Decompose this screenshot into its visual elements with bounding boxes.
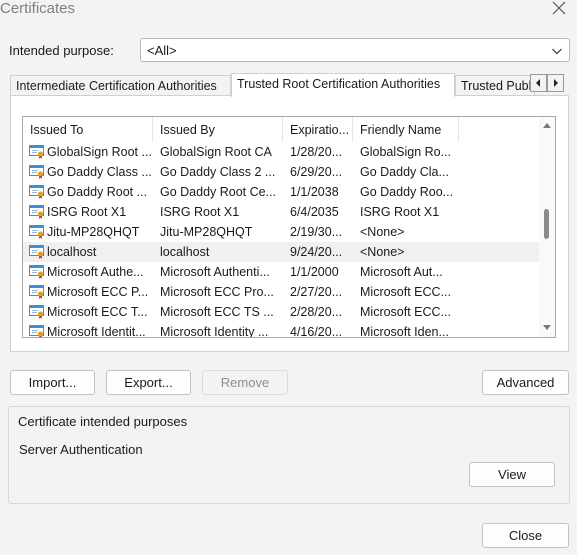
- cell-expiration: 6/4/2035: [290, 205, 339, 219]
- cell-expiration: 2/19/30...: [290, 225, 343, 239]
- cell-issued-to: Microsoft Authe...: [47, 265, 144, 279]
- certificate-list[interactable]: Issued To Issued By Expiratio... Friendl…: [22, 116, 556, 338]
- cell-issued-to: Microsoft ECC T...: [47, 305, 148, 319]
- cell-issued-to: ISRG Root X1: [47, 205, 127, 219]
- cell-issued-to: Go Daddy Class ...: [47, 165, 152, 179]
- tab-scroll-arrows: [530, 74, 566, 92]
- remove-button[interactable]: Remove: [202, 370, 288, 395]
- certificate-icon: [29, 205, 44, 219]
- certificate-icon: [29, 185, 44, 199]
- vertical-scrollbar[interactable]: [539, 117, 555, 337]
- tab-scroll-left-button[interactable]: [530, 74, 547, 92]
- certificate-icon: [29, 245, 44, 259]
- cell-expiration: 1/28/20...: [290, 145, 343, 159]
- scroll-down-icon[interactable]: [543, 325, 551, 331]
- cell-expiration: 6/29/20...: [290, 165, 343, 179]
- intended-purpose-label: Intended purpose:: [9, 43, 114, 58]
- column-issued-by[interactable]: Issued By: [153, 117, 283, 142]
- view-button[interactable]: View: [469, 462, 555, 487]
- certificate-icon: [29, 165, 44, 179]
- cell-issued-by: Jitu-MP28QHQT: [160, 225, 253, 239]
- import-button[interactable]: Import...: [10, 370, 95, 395]
- intended-purposes-text: Server Authentication: [19, 442, 143, 457]
- cell-issued-to: Jitu-MP28QHQT: [47, 225, 140, 239]
- column-expiration[interactable]: Expiratio...: [283, 117, 353, 142]
- certificate-icon: [29, 145, 44, 159]
- cell-friendly-name: ISRG Root X1: [360, 205, 440, 219]
- intended-purpose-value: <All>: [147, 43, 177, 58]
- cell-expiration: 2/27/20...: [290, 285, 343, 299]
- table-row[interactable]: Microsoft Identit... Microsoft Identity .…: [23, 322, 539, 338]
- title-bar: Certificates: [0, 0, 577, 22]
- certificate-icon: [29, 285, 44, 299]
- cell-issued-to: localhost: [47, 245, 97, 259]
- cell-issued-by: Go Daddy Class 2 ...: [160, 165, 276, 179]
- triangle-right-icon: [554, 79, 558, 87]
- chevron-down-icon: [552, 48, 562, 55]
- table-row[interactable]: Go Daddy Root ... Go Daddy Root Ce... 1/1/…: [23, 182, 539, 202]
- column-issued-to[interactable]: Issued To: [23, 117, 153, 142]
- cell-issued-by: GlobalSign Root CA: [160, 145, 272, 159]
- table-row[interactable]: ISRG Root X1 ISRG Root X1 6/4/2035 ISRG Roo…: [23, 202, 539, 222]
- table-row[interactable]: Jitu-MP28QHQT Jitu-MP28QHQT 2/19/30... <Non…: [23, 222, 539, 242]
- intended-purpose-dropdown[interactable]: <All>: [140, 38, 570, 62]
- cell-friendly-name: Microsoft Aut...: [360, 265, 443, 279]
- cell-friendly-name: Microsoft ECC...: [360, 305, 451, 319]
- cell-issued-by: Microsoft ECC TS ...: [160, 305, 274, 319]
- table-row[interactable]: Microsoft ECC P... Microsoft ECC Pro... 2/…: [23, 282, 539, 302]
- cell-expiration: 1/1/2038: [290, 185, 339, 199]
- scrollbar-thumb[interactable]: [544, 209, 549, 239]
- cell-friendly-name: <None>: [360, 225, 405, 239]
- table-row[interactable]: Go Daddy Class ... Go Daddy Class 2 ... 6/…: [23, 162, 539, 182]
- tab-intermediate-ca[interactable]: Intermediate Certification Authorities: [10, 75, 231, 97]
- advanced-button[interactable]: Advanced: [482, 370, 569, 395]
- cell-issued-to: Microsoft ECC P...: [47, 285, 149, 299]
- cell-friendly-name: Microsoft ECC...: [360, 285, 451, 299]
- close-icon[interactable]: [551, 0, 567, 16]
- cell-issued-by: ISRG Root X1: [160, 205, 240, 219]
- group-title: Certificate intended purposes: [18, 414, 188, 429]
- cell-friendly-name: <None>: [360, 245, 405, 259]
- scroll-up-icon[interactable]: [543, 122, 551, 128]
- tab-trusted-publishers[interactable]: Trusted Publishers: [455, 75, 535, 97]
- cell-issued-by: Microsoft ECC Pro...: [160, 285, 274, 299]
- cell-issued-by: Go Daddy Root Ce...: [160, 185, 277, 199]
- certificate-store-tabs: Intermediate Certification Authorities T…: [10, 73, 569, 97]
- cell-issued-by: Microsoft Identity ...: [160, 325, 269, 338]
- close-button[interactable]: Close: [482, 523, 569, 548]
- window-title: Certificates: [0, 0, 76, 17]
- certificate-icon: [29, 225, 44, 239]
- cell-friendly-name: GlobalSign Ro...: [360, 145, 452, 159]
- certificate-icon: [29, 265, 44, 279]
- cell-issued-by: localhost: [160, 245, 210, 259]
- cell-issued-by: Microsoft Authenti...: [160, 265, 270, 279]
- cell-issued-to: Go Daddy Root ...: [47, 185, 148, 199]
- cell-expiration: 2/28/20...: [290, 305, 343, 319]
- table-row[interactable]: GlobalSign Root ... GlobalSign Root CA 1/2…: [23, 142, 539, 162]
- cell-issued-to: Microsoft Identit...: [47, 325, 146, 338]
- triangle-left-icon: [536, 79, 540, 87]
- cell-expiration: 9/24/20...: [290, 245, 343, 259]
- cell-friendly-name: Go Daddy Cla...: [360, 165, 449, 179]
- table-row[interactable]: localhost localhost 9/24/20... <None>: [23, 242, 539, 262]
- tab-scroll-right-button[interactable]: [547, 74, 564, 92]
- cell-expiration: 4/16/20...: [290, 325, 343, 338]
- certificate-icon: [29, 305, 44, 319]
- export-button[interactable]: Export...: [106, 370, 191, 395]
- cell-friendly-name: Go Daddy Roo...: [360, 185, 454, 199]
- table-row[interactable]: Microsoft ECC T... Microsoft ECC TS ... 2/…: [23, 302, 539, 322]
- list-header: Issued To Issued By Expiratio... Friendl…: [23, 117, 539, 142]
- column-friendly-name[interactable]: Friendly Name: [353, 117, 459, 142]
- certificate-icon: [29, 325, 44, 337]
- cell-friendly-name: Microsoft Iden...: [360, 325, 449, 338]
- tab-trusted-root-ca[interactable]: Trusted Root Certification Authorities: [231, 73, 455, 97]
- certificate-purposes-group: Certificate intended purposes Server Aut…: [8, 406, 570, 504]
- cell-issued-to: GlobalSign Root ...: [47, 145, 152, 159]
- table-row[interactable]: Microsoft Authe... Microsoft Authenti... 1…: [23, 262, 539, 282]
- cell-expiration: 1/1/2000: [290, 265, 339, 279]
